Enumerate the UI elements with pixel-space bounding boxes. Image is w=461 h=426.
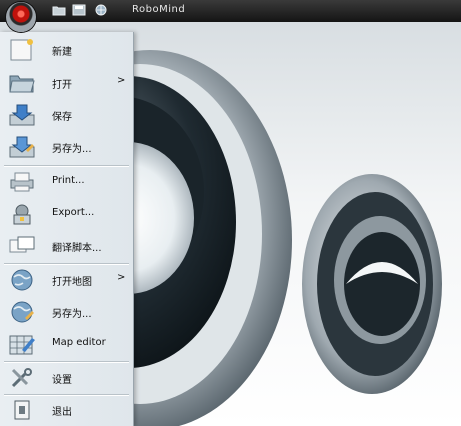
menu-item-settings[interactable]: 设置 [0, 362, 133, 394]
export-icon [13, 204, 31, 225]
menu-item-print-label: Print... [52, 175, 85, 186]
menu-item-save-map-as-label: 另存为... [52, 309, 92, 320]
menu-item-save[interactable]: 保存 [0, 99, 133, 131]
menu-item-open[interactable]: 打开 > [0, 67, 133, 99]
menu-item-save-label: 保存 [52, 112, 72, 123]
new-document-icon [10, 39, 33, 61]
open-folder-icon[interactable] [52, 4, 66, 16]
menu-item-save-map-as[interactable]: 另存为... [0, 296, 133, 328]
world-icon[interactable] [94, 4, 108, 16]
menu-item-settings-label: 设置 [52, 375, 72, 386]
save-icon[interactable] [72, 4, 86, 16]
application-menu: 新建 打开 > 保存 另存为... Print... Export... 翻译脚… [0, 32, 134, 426]
map-editor-icon [9, 335, 35, 355]
menu-item-open-label: 打开 [52, 80, 72, 91]
menu-item-export-label: Export... [52, 207, 95, 218]
menu-item-map-editor[interactable]: Map editor [0, 328, 133, 360]
menu-item-new-label: 新建 [52, 47, 72, 58]
menu-item-map-editor-label: Map editor [52, 337, 106, 348]
application-menu-orb-button[interactable] [6, 2, 36, 32]
menu-item-save-as-label: 另存为... [52, 144, 92, 155]
submenu-arrow-icon: > [117, 272, 126, 283]
menu-item-new[interactable]: 新建 [0, 34, 133, 66]
printer-icon [10, 172, 34, 192]
window-title: RoboMind [132, 4, 186, 15]
menu-item-exit[interactable]: 退出 [0, 394, 133, 426]
open-map-icon [11, 269, 33, 291]
menu-item-exit-label: 退出 [52, 407, 72, 418]
menu-item-export[interactable]: Export... [0, 198, 133, 230]
save-icon [9, 104, 35, 126]
menu-item-translate-script-label: 翻译脚本... [52, 243, 102, 254]
menu-item-translate-script[interactable]: 翻译脚本... [0, 230, 133, 262]
settings-icon [11, 368, 32, 388]
submenu-arrow-icon: > [117, 75, 126, 86]
save-as-icon [9, 136, 35, 158]
title-bar: RoboMind [0, 0, 461, 22]
exit-icon [14, 400, 30, 420]
open-folder-icon [9, 75, 35, 93]
menu-item-save-as[interactable]: 另存为... [0, 131, 133, 163]
save-map-as-icon [11, 301, 34, 323]
translate-script-icon [9, 236, 35, 253]
menu-item-open-map[interactable]: 打开地图 > [0, 264, 133, 296]
menu-item-print[interactable]: Print... [0, 166, 133, 198]
small-eye-pupil [344, 232, 420, 336]
menu-item-open-map-label: 打开地图 [52, 277, 92, 288]
